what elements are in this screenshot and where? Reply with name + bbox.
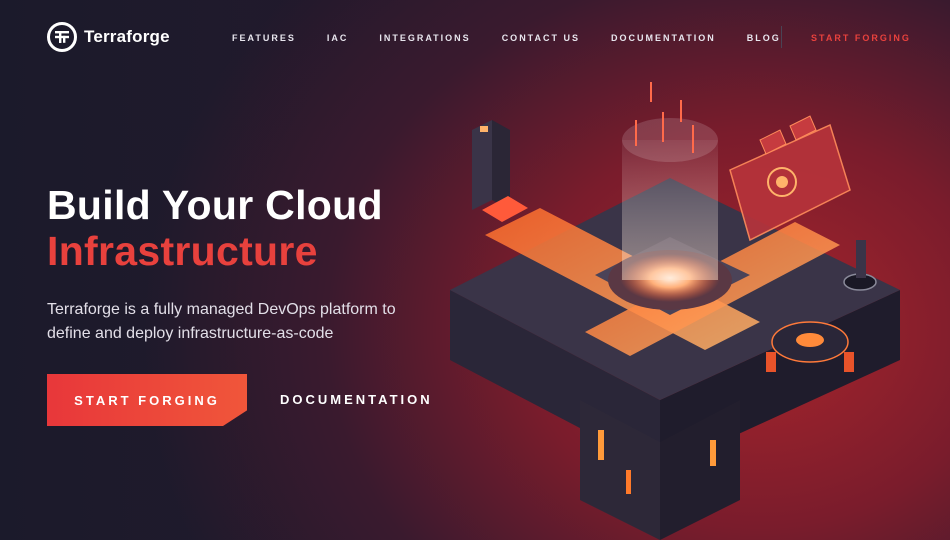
nav-link-blog[interactable]: BLOG bbox=[747, 33, 781, 43]
hero-title-line1: Build Your Cloud bbox=[47, 182, 383, 228]
documentation-button[interactable]: DOCUMENTATION bbox=[280, 392, 433, 407]
isometric-server-illustration bbox=[450, 82, 900, 540]
nav-link-features[interactable]: FEATURES bbox=[232, 33, 296, 43]
site-header: Terraforge FEATURES IAC INTEGRATIONS CON… bbox=[0, 0, 950, 76]
nav-link-iac[interactable]: IAC bbox=[327, 33, 349, 43]
main-nav: FEATURES IAC INTEGRATIONS CONTACT US DOC… bbox=[232, 33, 812, 43]
brand-logo[interactable]: Terraforge bbox=[47, 22, 170, 52]
nav-link-contact-us[interactable]: CONTACT US bbox=[502, 33, 580, 43]
brand-name: Terraforge bbox=[84, 27, 170, 46]
terraforge-logo-icon bbox=[47, 22, 77, 52]
start-forging-button[interactable]: START FORGING bbox=[47, 374, 247, 426]
hero-title-line2: Infrastructure bbox=[47, 228, 318, 274]
nav-link-documentation[interactable]: DOCUMENTATION bbox=[611, 33, 716, 43]
nav-start-forging-link[interactable]: START FORGING bbox=[811, 33, 911, 43]
nav-link-integrations[interactable]: INTEGRATIONS bbox=[379, 33, 470, 43]
hero-title: Build Your Cloud Infrastructure bbox=[47, 182, 383, 274]
nav-divider bbox=[781, 26, 782, 48]
hero-subtitle: Terraforge is a fully managed DevOps pla… bbox=[47, 301, 396, 342]
